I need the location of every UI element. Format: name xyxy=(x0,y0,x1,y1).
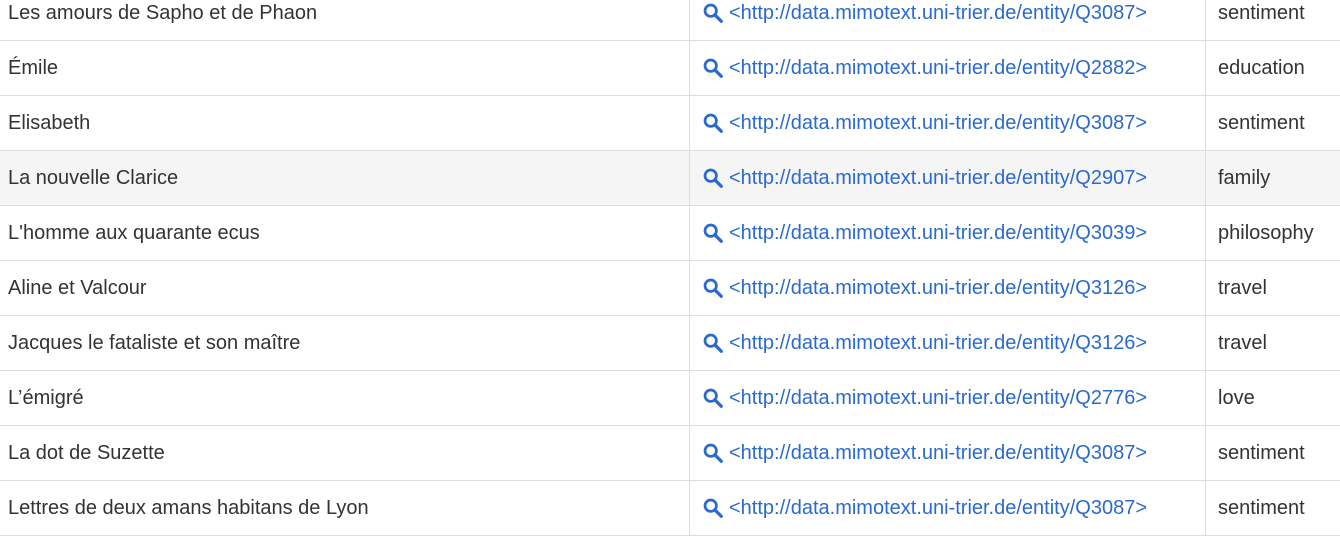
search-icon[interactable] xyxy=(702,222,724,244)
entity-cell: <http://data.mimotext.uni-trier.de/entit… xyxy=(690,481,1206,535)
table-row: Elisabeth <http://data.mimotext.uni-trie… xyxy=(0,96,1340,151)
theme-cell: education xyxy=(1218,56,1305,79)
table-row: Émile <http://data.mimotext.uni-trier.de… xyxy=(0,41,1340,96)
search-icon[interactable] xyxy=(702,167,724,189)
table-row: La nouvelle Clarice <http://data.mimotex… xyxy=(0,151,1340,206)
title-cell: Elisabeth xyxy=(0,96,690,150)
entity-cell: <http://data.mimotext.uni-trier.de/entit… xyxy=(690,426,1206,480)
title-cell: L'homme aux quarante ecus xyxy=(0,206,690,260)
entity-link[interactable]: <http://data.mimotext.uni-trier.de/entit… xyxy=(729,222,1147,245)
table-row: Jacques le fataliste et son maître <http… xyxy=(0,316,1340,371)
table-row: Aline et Valcour <http://data.mimotext.u… xyxy=(0,261,1340,316)
table-row: L'homme aux quarante ecus <http://data.m… xyxy=(0,206,1340,261)
entity-cell: <http://data.mimotext.uni-trier.de/entit… xyxy=(690,41,1206,95)
entity-cell: <http://data.mimotext.uni-trier.de/entit… xyxy=(690,96,1206,150)
search-icon[interactable] xyxy=(702,112,724,134)
entity-link[interactable]: <http://data.mimotext.uni-trier.de/entit… xyxy=(729,387,1147,410)
entity-link[interactable]: <http://data.mimotext.uni-trier.de/entit… xyxy=(729,167,1147,190)
theme-cell: family xyxy=(1218,166,1271,189)
table-row: Lettres de deux amans habitans de Lyon <… xyxy=(0,481,1340,536)
entity-cell: <http://data.mimotext.uni-trier.de/entit… xyxy=(690,316,1206,370)
entity-link[interactable]: <http://data.mimotext.uni-trier.de/entit… xyxy=(729,442,1147,465)
search-icon[interactable] xyxy=(702,442,724,464)
table-row: La dot de Suzette <http://data.mimotext.… xyxy=(0,426,1340,481)
entity-cell: <http://data.mimotext.uni-trier.de/entit… xyxy=(690,0,1206,40)
search-icon[interactable] xyxy=(702,57,724,79)
title-cell: Jacques le fataliste et son maître xyxy=(0,316,690,370)
entity-link[interactable]: <http://data.mimotext.uni-trier.de/entit… xyxy=(729,332,1147,355)
title-cell: Les amours de Sapho et de Phaon xyxy=(0,0,690,40)
theme-cell: travel xyxy=(1218,276,1267,299)
search-icon[interactable] xyxy=(702,387,724,409)
entity-cell: <http://data.mimotext.uni-trier.de/entit… xyxy=(690,371,1206,425)
entity-cell: <http://data.mimotext.uni-trier.de/entit… xyxy=(690,261,1206,315)
title-cell: Aline et Valcour xyxy=(0,261,690,315)
theme-cell: travel xyxy=(1218,331,1267,354)
entity-link[interactable]: <http://data.mimotext.uni-trier.de/entit… xyxy=(729,2,1147,25)
search-icon[interactable] xyxy=(702,332,724,354)
title-cell: La nouvelle Clarice xyxy=(0,151,690,205)
title-cell: Émile xyxy=(0,41,690,95)
table-row: L’émigré <http://data.mimotext.uni-trier… xyxy=(0,371,1340,426)
theme-cell: love xyxy=(1218,386,1255,409)
entity-cell: <http://data.mimotext.uni-trier.de/entit… xyxy=(690,206,1206,260)
theme-cell: sentiment xyxy=(1218,441,1305,464)
title-cell: La dot de Suzette xyxy=(0,426,690,480)
search-icon[interactable] xyxy=(702,497,724,519)
theme-cell: sentiment xyxy=(1218,111,1305,134)
title-cell: L’émigré xyxy=(0,371,690,425)
theme-cell: philosophy xyxy=(1218,221,1314,244)
results-table: Les amours de Sapho et de Phaon <http://… xyxy=(0,0,1340,536)
theme-cell: sentiment xyxy=(1218,1,1305,24)
search-icon[interactable] xyxy=(702,277,724,299)
entity-link[interactable]: <http://data.mimotext.uni-trier.de/entit… xyxy=(729,277,1147,300)
table-row: Les amours de Sapho et de Phaon <http://… xyxy=(0,0,1340,41)
entity-link[interactable]: <http://data.mimotext.uni-trier.de/entit… xyxy=(729,497,1147,520)
entity-link[interactable]: <http://data.mimotext.uni-trier.de/entit… xyxy=(729,112,1147,135)
search-icon[interactable] xyxy=(702,2,724,24)
entity-link[interactable]: <http://data.mimotext.uni-trier.de/entit… xyxy=(729,57,1147,80)
title-cell: Lettres de deux amans habitans de Lyon xyxy=(0,481,690,535)
entity-cell: <http://data.mimotext.uni-trier.de/entit… xyxy=(690,151,1206,205)
theme-cell: sentiment xyxy=(1218,496,1305,519)
